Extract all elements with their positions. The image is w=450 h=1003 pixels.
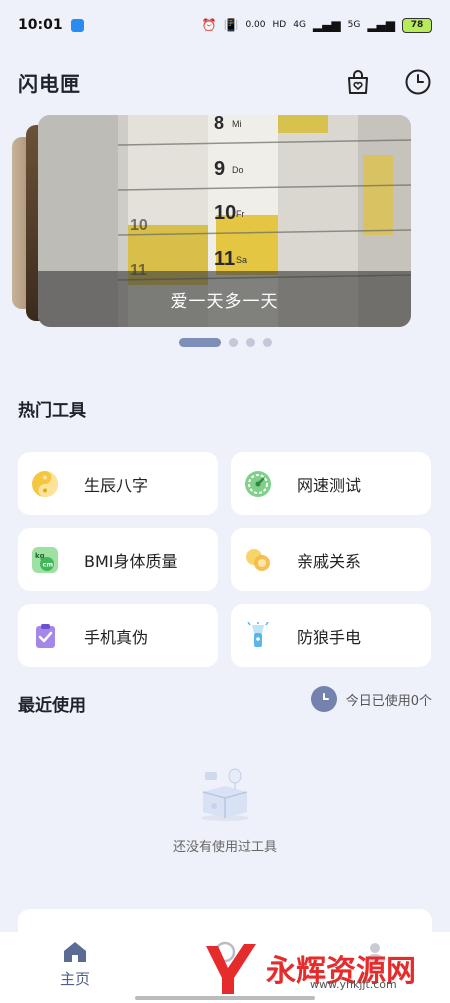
hot-tools-title: 热门工具 [18, 401, 86, 421]
banner-caption: 爱一天多一天 [38, 271, 411, 327]
app-header: 闪电匣 [0, 60, 450, 104]
watermark-logo-icon [206, 944, 256, 994]
tool-label: 网速测试 [297, 475, 362, 495]
battery-indicator: 78 [402, 17, 432, 33]
tool-card-bmi[interactable]: kg cm BMI身体质量 [18, 528, 218, 591]
carousel-dot[interactable] [245, 338, 255, 347]
tool-card-relatives[interactable]: 亲戚关系 [231, 528, 431, 591]
signal-5g: 5G [347, 20, 361, 30]
recent-title: 最近使用 [18, 696, 86, 716]
bmi-scale-icon: kg cm [30, 545, 60, 575]
carousel-indicator [0, 338, 450, 347]
yin-yang-icon [30, 469, 60, 499]
signal-bars-icon: ▂▄▆ [312, 18, 341, 32]
tool-card-speedtest[interactable]: 网速测试 [231, 452, 431, 515]
shopping-bag-icon[interactable] [344, 68, 372, 96]
watermark-url: www.yhkjjt.com [310, 978, 397, 991]
tool-label: 手机真伪 [84, 627, 149, 647]
svg-text:10: 10 [214, 202, 236, 224]
page-title: 闪电匣 [18, 71, 81, 96]
watermark: 永辉资源网 www.yhkjjt.com [200, 940, 416, 996]
svg-text:8: 8 [214, 115, 224, 133]
usage-count: 今日已使用0个 [310, 686, 432, 712]
svg-text:9: 9 [214, 158, 225, 180]
tool-label: 亲戚关系 [297, 551, 362, 571]
svg-text:Fr: Fr [236, 209, 245, 219]
carousel-dot[interactable] [262, 338, 272, 347]
svg-text:11: 11 [214, 248, 235, 270]
relatives-icon [243, 545, 273, 575]
home-icon [64, 942, 86, 962]
svg-text:10: 10 [130, 217, 148, 234]
status-bar: 10:01 ⏰ 📳 0.00 HD 4G ▂▄▆ 5G ▂▄▆ 78 [0, 0, 450, 50]
nav-home[interactable]: 主页 [25, 940, 125, 989]
status-indicators: ⏰ 📳 0.00 HD 4G ▂▄▆ 5G ▂▄▆ 78 [201, 17, 432, 33]
flashlight-icon [243, 621, 273, 651]
svg-text:Sa: Sa [236, 255, 247, 265]
usage-text: 今日已使用0个 [345, 693, 432, 709]
hd-badge: HD [272, 20, 287, 30]
home-indicator [135, 996, 315, 1000]
svg-text:Do: Do [232, 165, 244, 175]
tool-card-phone-check[interactable]: 手机真伪 [18, 604, 218, 667]
header-actions [344, 68, 432, 96]
svg-text:cm: cm [43, 560, 54, 568]
banner-carousel[interactable]: 8 9 10 11 10 11 Mi Do Fr Sa 爱一天多一天 [0, 113, 450, 331]
nav-home-label: 主页 [59, 970, 90, 988]
carousel-dot[interactable] [228, 338, 238, 347]
speedometer-icon [243, 469, 273, 499]
net-speed: 0.00 [245, 20, 266, 30]
tool-card-bazi[interactable]: 生辰八字 [18, 452, 218, 515]
alarm-icon: ⏰ [201, 18, 217, 32]
vibrate-icon: 📳 [223, 18, 239, 32]
tool-label: 防狼手电 [297, 627, 362, 647]
svg-text:Mi: Mi [232, 119, 242, 129]
carousel-dot-active[interactable] [178, 338, 221, 347]
tool-card-flashlight[interactable]: 防狼手电 [231, 604, 431, 667]
empty-box-icon [197, 768, 253, 822]
status-time: 10:01 [18, 17, 63, 33]
tool-label: BMI身体质量 [84, 551, 178, 571]
clock-icon [310, 686, 337, 712]
history-clock-icon[interactable] [404, 68, 432, 96]
signal-bars-icon-2: ▂▄▆ [367, 18, 395, 32]
notification-app-icon [70, 18, 84, 32]
signal-4g: 4G [293, 20, 306, 30]
banner-slide[interactable]: 8 9 10 11 10 11 Mi Do Fr Sa 爱一天多一天 [38, 115, 411, 327]
tool-label: 生辰八字 [84, 475, 149, 495]
empty-state-text: 还没有使用过工具 [172, 840, 277, 855]
clipboard-check-icon [30, 621, 60, 651]
